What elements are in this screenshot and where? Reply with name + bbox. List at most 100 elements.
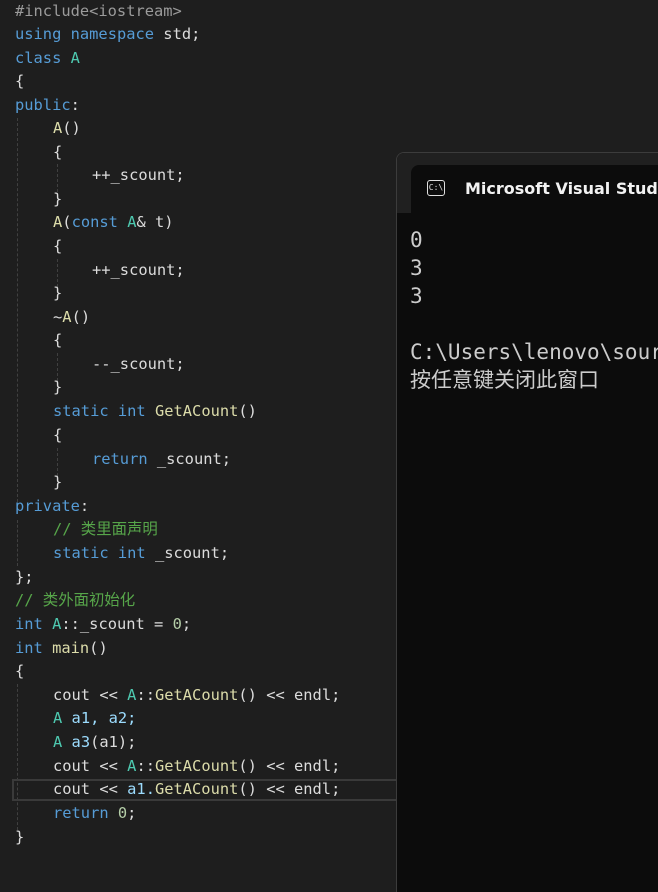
increment-statement: ++_scount;: [92, 166, 185, 184]
code-line-21[interactable]: }: [53, 471, 62, 494]
code-line-20[interactable]: return _scount;: [92, 448, 231, 471]
brace: {: [53, 426, 63, 444]
keyword-return: return: [53, 804, 109, 822]
function-getacount: GetACount: [154, 402, 239, 420]
object-type: A: [53, 709, 63, 727]
parens: (): [238, 402, 257, 420]
shift-op: <<: [90, 780, 128, 798]
cout: cout: [53, 686, 91, 704]
keyword-int: int: [117, 402, 146, 420]
code-line-18[interactable]: static int GetACount(): [53, 400, 257, 423]
parens: (): [238, 757, 257, 775]
semicolon: ;: [127, 804, 137, 822]
call-getacount: GetACount: [154, 686, 239, 704]
number-literal: 0: [172, 615, 182, 633]
object-member-access: a1.: [127, 780, 155, 798]
code-line-15[interactable]: {: [53, 329, 62, 352]
keyword-using: using: [15, 25, 62, 43]
code-line-17[interactable]: }: [53, 376, 62, 399]
brace: {: [53, 237, 63, 255]
brace: }: [53, 473, 63, 491]
parens: (): [89, 639, 108, 657]
code-line-6[interactable]: A(): [53, 117, 81, 140]
code-line-24[interactable]: static int _scount;: [53, 542, 229, 565]
terminal-icon: C:\: [427, 180, 445, 196]
include-directive: #include<iostream>: [15, 2, 182, 20]
code-line-19[interactable]: {: [53, 424, 62, 447]
code-line-16[interactable]: --_scount;: [92, 353, 185, 376]
code-line-10[interactable]: A(const A& t): [53, 211, 174, 234]
keyword-class: class: [15, 49, 62, 67]
console-window[interactable]: C:\ Microsoft Visual Studio 0 3 3 C:\Use…: [396, 152, 658, 892]
brace: }: [53, 284, 63, 302]
parens: (): [62, 119, 81, 137]
comment-declare: // 类里面声明: [53, 520, 158, 538]
class-name: A: [70, 49, 80, 67]
brace: }: [15, 828, 25, 846]
code-line-9[interactable]: }: [53, 188, 62, 211]
code-line-35[interactable]: return 0;: [53, 802, 136, 825]
code-line-30[interactable]: cout << A::GetACount() << endl;: [53, 684, 340, 707]
destructor-name: A: [62, 308, 72, 326]
cout: cout: [53, 780, 91, 798]
decrement-statement: --_scount;: [92, 355, 185, 373]
parens: (): [71, 308, 91, 326]
code-line-33[interactable]: cout << A::GetACount() << endl;: [53, 755, 340, 778]
semicolon: ;: [331, 757, 341, 775]
parens: (): [238, 686, 257, 704]
call-getacount: GetACount: [154, 780, 239, 798]
colon: :: [70, 96, 80, 114]
comment-init: // 类外面初始化: [15, 591, 136, 609]
code-line-25[interactable]: };: [15, 566, 34, 589]
copy-arg: (a1);: [90, 733, 137, 751]
code-line-3[interactable]: class A: [15, 47, 80, 70]
shift-op: <<: [256, 780, 294, 798]
keyword-static: static: [53, 544, 109, 562]
code-line-23[interactable]: // 类里面声明: [53, 518, 158, 541]
object-type: A: [53, 733, 63, 751]
code-line-28[interactable]: int main(): [15, 637, 108, 660]
code-line-36[interactable]: }: [15, 826, 24, 849]
constructor-name: A: [53, 119, 63, 137]
keyword-private: private: [15, 497, 80, 515]
console-output-line: 0: [410, 228, 423, 252]
brace: {: [53, 143, 63, 161]
code-line-11[interactable]: {: [53, 235, 62, 258]
call-getacount: GetACount: [154, 757, 239, 775]
console-output-prompt: 按任意键关闭此窗口: [410, 368, 599, 392]
code-line-1[interactable]: #include<iostream>: [15, 0, 182, 23]
endl: endl: [294, 780, 332, 798]
code-line-12[interactable]: ++_scount;: [92, 259, 185, 282]
code-line-13[interactable]: }: [53, 282, 62, 305]
indent-guide: [17, 684, 18, 830]
code-line-7[interactable]: {: [53, 141, 62, 164]
brace: {: [15, 662, 25, 680]
keyword-return: return: [92, 450, 148, 468]
shift-op: <<: [256, 757, 295, 775]
paren-open: (: [62, 213, 72, 231]
keyword-public: public: [15, 96, 71, 114]
code-line-14[interactable]: ~A(): [53, 306, 90, 329]
code-line-4[interactable]: {: [15, 70, 24, 93]
code-line-22[interactable]: private:: [15, 495, 89, 518]
code-line-32[interactable]: A a3(a1);: [53, 731, 136, 754]
scope-op: ::: [136, 757, 155, 775]
code-line-27[interactable]: int A::_scount = 0;: [15, 613, 191, 636]
code-line-8[interactable]: ++_scount;: [92, 164, 185, 187]
code-line-34[interactable]: cout << a1.GetACount() << endl;: [53, 778, 340, 801]
code-line-5[interactable]: public:: [15, 94, 80, 117]
semicolon: ;: [331, 780, 341, 798]
code-line-31[interactable]: A a1, a2;: [53, 707, 136, 730]
cout: cout: [53, 757, 91, 775]
console-output-path: C:\Users\lenovo\source: [410, 340, 658, 364]
static-definition: ::_scount =: [61, 615, 173, 633]
semicolon: ;: [181, 615, 192, 633]
code-line-29[interactable]: {: [15, 660, 24, 683]
tilde: ~: [53, 308, 63, 326]
keyword-int: int: [117, 544, 146, 562]
endl: endl: [294, 686, 332, 704]
keyword-const: const: [71, 213, 118, 231]
keyword-int: int: [15, 615, 43, 633]
code-line-26[interactable]: // 类外面初始化: [15, 589, 135, 612]
code-line-2[interactable]: using namespace std;: [15, 23, 200, 46]
